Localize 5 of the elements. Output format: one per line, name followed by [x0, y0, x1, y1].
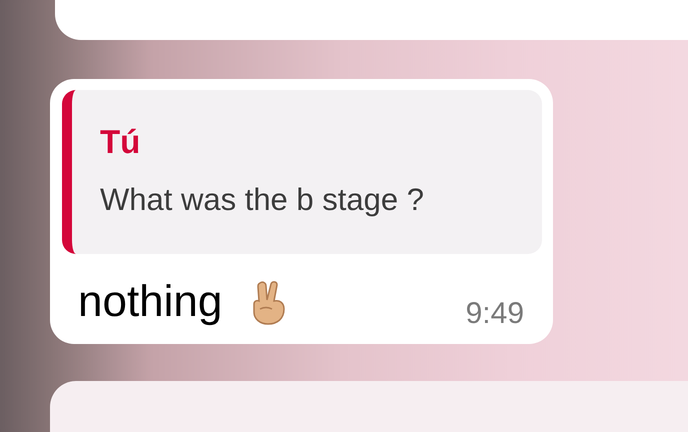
quoted-message[interactable]: Tú What was the b stage ?	[62, 90, 542, 254]
quote-text: What was the b stage ?	[100, 182, 425, 218]
message-time: 9:49	[466, 297, 524, 331]
quote-author: Tú	[100, 124, 142, 160]
message-text: nothing	[78, 277, 222, 327]
